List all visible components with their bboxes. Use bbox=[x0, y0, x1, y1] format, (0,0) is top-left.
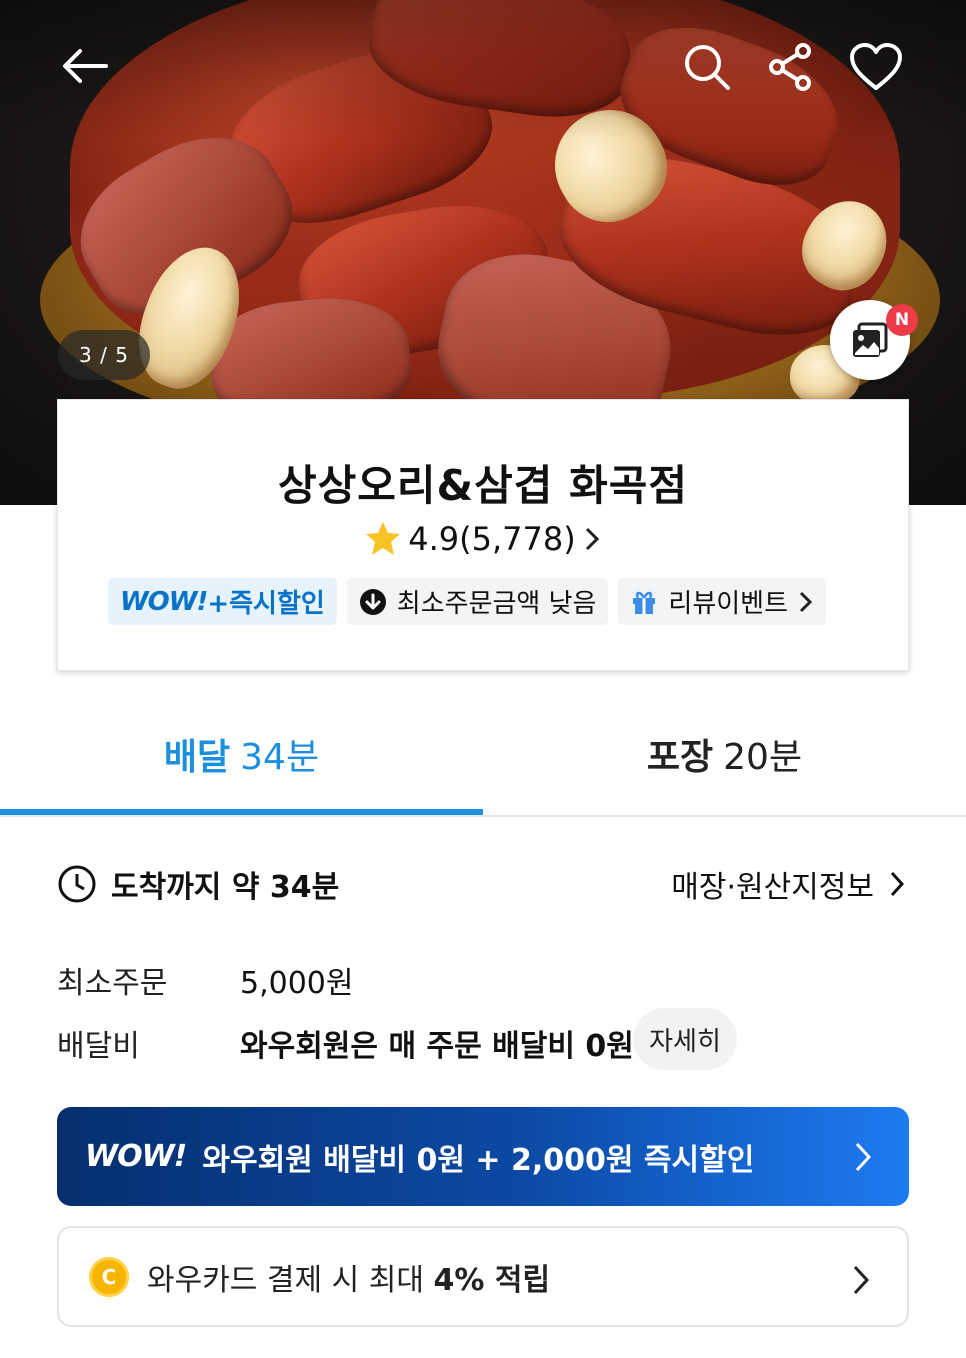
chevron-right-icon bbox=[855, 1142, 872, 1172]
heart-icon bbox=[850, 43, 902, 90]
chevron-right-icon bbox=[585, 527, 599, 551]
chevron-right-icon bbox=[799, 591, 813, 612]
delivery-fee-label: 배달비 bbox=[57, 1029, 140, 1064]
min-order-badge: 최소주문금액 낮음 bbox=[346, 578, 609, 625]
wow-discount-text: +즉시할인 bbox=[207, 589, 325, 619]
clock-icon bbox=[58, 865, 96, 903]
card-banner-reward: 4% 적립 bbox=[433, 1262, 551, 1298]
down-circle-icon bbox=[359, 588, 386, 615]
tab-delivery-time: 34분 bbox=[240, 736, 320, 778]
delivery-fee-value: 와우회원은 매 주문 배달비 0원 bbox=[240, 1029, 634, 1064]
share-button[interactable] bbox=[764, 38, 816, 96]
delivery-fee-detail-button[interactable]: 자세히 bbox=[633, 1008, 737, 1070]
wow-discount-badge: WOW! +즉시할인 bbox=[108, 578, 337, 625]
min-order-label: 최소주문 bbox=[57, 966, 168, 1001]
wow-logo: WOW! bbox=[85, 1139, 187, 1174]
tab-pickup-time: 20분 bbox=[723, 736, 803, 778]
store-name: 상상오리&삼겹 화곡점 bbox=[277, 461, 688, 510]
tab-pickup[interactable]: 포장 20분 bbox=[483, 690, 966, 817]
new-badge: N bbox=[886, 304, 918, 336]
back-arrow-icon bbox=[63, 49, 108, 83]
favorite-button[interactable] bbox=[846, 38, 906, 96]
photo-gallery-icon bbox=[853, 322, 888, 357]
wow-banner-text: 와우회원 배달비 0원 + 2,000원 즉시할인 bbox=[202, 1142, 755, 1178]
chevron-right-icon bbox=[890, 871, 905, 897]
review-event-badge[interactable]: 리뷰이벤트 bbox=[618, 578, 827, 625]
review-count: (5,778) bbox=[459, 520, 576, 558]
chevron-right-icon bbox=[853, 1265, 870, 1295]
search-button[interactable] bbox=[678, 38, 736, 96]
search-icon bbox=[685, 45, 730, 90]
card-banner-text: 와우카드 결제 시 최대 bbox=[147, 1262, 434, 1298]
wow-logo: WOW! bbox=[120, 586, 208, 617]
image-pager: 3 / 5 bbox=[58, 330, 150, 380]
min-order-badge-text: 최소주문금액 낮음 bbox=[396, 589, 597, 619]
wow-card-reward-banner[interactable]: C 와우카드 결제 시 최대 4% 적립 bbox=[57, 1226, 909, 1327]
store-badges: WOW! +즉시할인 최소주문금액 낮음 리뷰이벤트 bbox=[108, 578, 827, 625]
min-order-value: 5,000원 bbox=[240, 966, 354, 1001]
eta-row: 도착까지 약 34분 bbox=[57, 862, 339, 906]
origin-link-text: 매장·원산지정보 bbox=[671, 870, 874, 905]
share-icon bbox=[769, 43, 811, 91]
gift-icon bbox=[633, 591, 656, 614]
rating-value: 4.9 bbox=[408, 520, 460, 558]
tab-pickup-label: 포장 bbox=[646, 736, 714, 778]
back-button[interactable] bbox=[55, 38, 115, 94]
review-event-text: 리뷰이벤트 bbox=[668, 589, 789, 619]
star-icon bbox=[366, 522, 401, 555]
store-origin-info-link[interactable]: 매장·원산지정보 bbox=[671, 862, 906, 906]
tab-delivery-label: 배달 bbox=[163, 736, 231, 778]
order-type-tabs: 배달 34분 포장 20분 bbox=[0, 690, 966, 817]
coin-icon: C bbox=[89, 1256, 129, 1297]
tab-delivery[interactable]: 배달 34분 bbox=[0, 690, 483, 817]
rating-link[interactable]: 4.9 (5,778) bbox=[58, 520, 908, 558]
wow-membership-banner[interactable]: WOW! 와우회원 배달비 0원 + 2,000원 즉시할인 bbox=[57, 1107, 909, 1206]
eta-text: 도착까지 약 34분 bbox=[111, 870, 340, 905]
hero-top-shade bbox=[0, 0, 966, 140]
store-info-card: 상상오리&삼겹 화곡점 4.9 (5,778) WOW! +즉시할인 최소주문금액… bbox=[57, 399, 909, 671]
active-tab-indicator bbox=[0, 809, 483, 815]
